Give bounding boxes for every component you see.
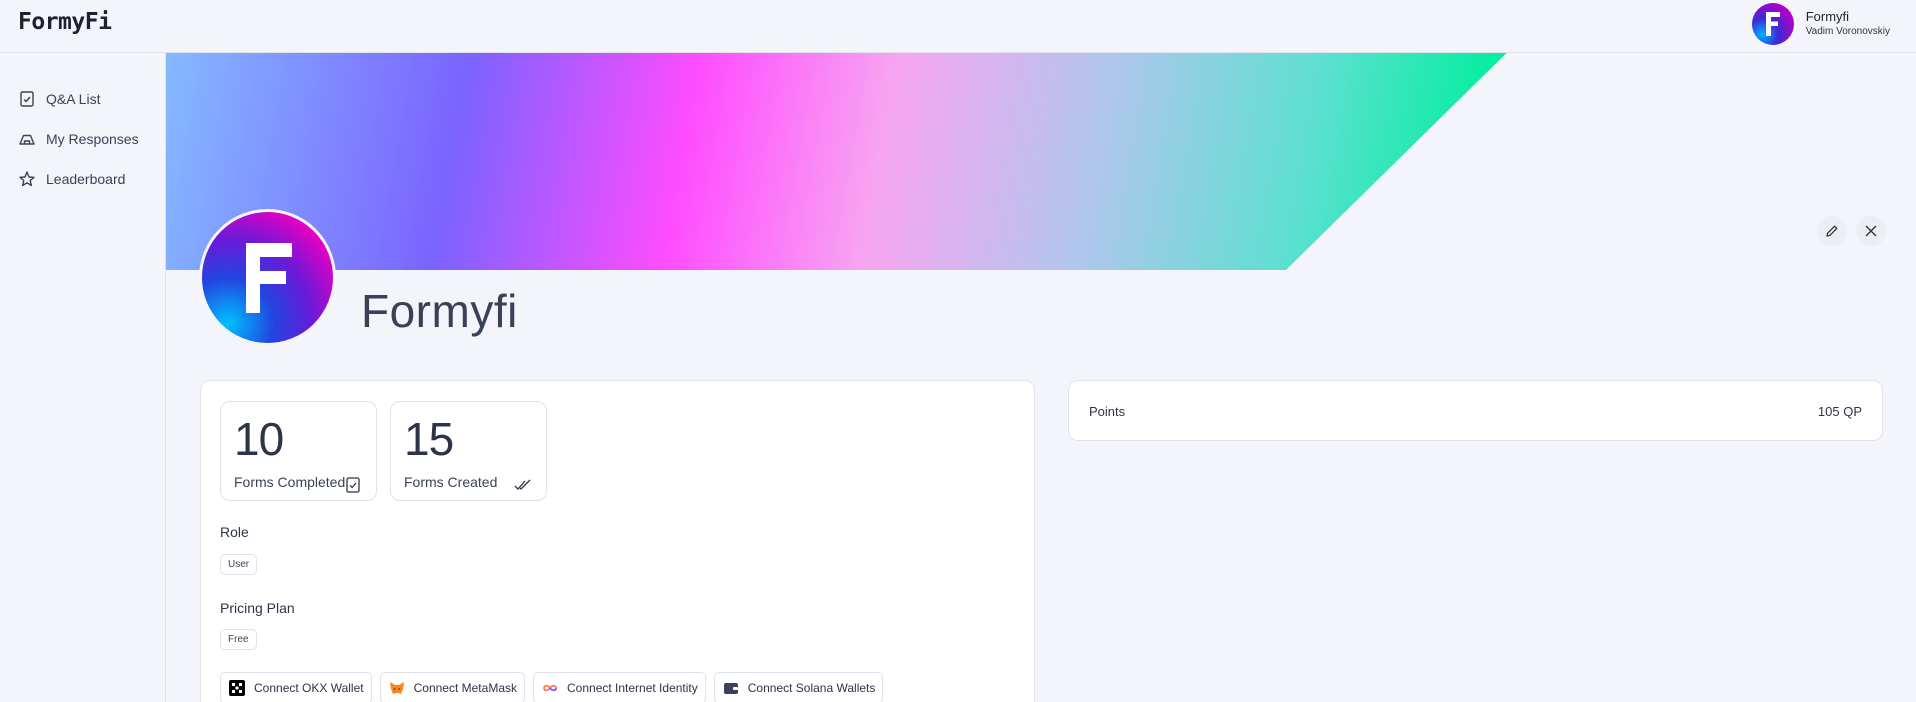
user-subtitle: Vadim Voronovskiy [1805, 26, 1890, 37]
connect-metamask-button[interactable]: Connect MetaMask [379, 672, 525, 702]
points-label: Points [1089, 404, 1126, 419]
double-check-icon [514, 479, 531, 490]
wallet-button-label: Connect Solana Wallets [747, 681, 876, 695]
role-badge: User [220, 554, 258, 575]
stat-forms-created: 15 Forms Created [390, 401, 547, 501]
wallet-button-label: Connect MetaMask [413, 681, 517, 695]
profile-name: Formyfi [361, 285, 518, 337]
profile-banner [166, 53, 1916, 270]
wallet-buttons: Connect OKX Wallet Connect MetaMask Conn… [220, 672, 884, 702]
profile-avatar [199, 209, 336, 346]
sidebar-item-qa-list[interactable]: Q&A List [18, 87, 100, 111]
wallet-icon [722, 679, 740, 697]
tray-icon [19, 134, 35, 145]
pricing-plan-label: Pricing Plan [220, 600, 295, 616]
sidebar-item-label: My Responses [46, 131, 139, 147]
user-menu[interactable]: Formyfi Vadim Voronovskiy [1751, 2, 1890, 46]
star-icon [19, 171, 35, 187]
app-logo[interactable]: FormyFi [18, 9, 112, 35]
connect-solana-button[interactable]: Connect Solana Wallets [713, 672, 884, 702]
user-name: Formyfi [1805, 9, 1850, 24]
close-icon [1865, 225, 1877, 237]
wallet-button-label: Connect OKX Wallet [254, 681, 364, 695]
stat-value: 15 [404, 413, 454, 465]
pencil-icon [1826, 225, 1838, 237]
sidebar-item-my-responses[interactable]: My Responses [18, 127, 139, 151]
points-card: Points 105 QP [1068, 380, 1883, 441]
stat-label: Forms Created [404, 474, 498, 490]
checklist-icon [20, 91, 34, 107]
sidebar: Q&A List My Responses Leaderboard [0, 53, 166, 702]
user-avatar[interactable] [1751, 3, 1794, 45]
points-value: 105 QP [1817, 404, 1862, 419]
metamask-fox-icon [388, 679, 406, 697]
okx-icon [228, 679, 246, 697]
role-label: Role [220, 524, 249, 540]
stat-label: Forms Completed [234, 474, 346, 490]
formyfi-f-icon [246, 243, 292, 313]
connect-internet-identity-button[interactable]: Connect Internet Identity [533, 672, 706, 702]
top-bar: FormyFi Formyfi Vadim Voronovskiy [0, 0, 1916, 53]
wallet-button-label: Connect Internet Identity [567, 681, 698, 695]
stat-value: 10 [234, 413, 284, 465]
edit-button[interactable] [1817, 216, 1847, 246]
sidebar-item-leaderboard[interactable]: Leaderboard [18, 167, 125, 191]
infinity-icon [541, 679, 559, 697]
pricing-plan-badge: Free [220, 629, 257, 650]
connect-okx-button[interactable]: Connect OKX Wallet [220, 672, 372, 702]
check-document-icon [346, 477, 360, 493]
sidebar-item-label: Q&A List [46, 91, 101, 107]
stat-forms-completed: 10 Forms Completed [220, 401, 377, 501]
sidebar-item-label: Leaderboard [46, 171, 126, 187]
formyfi-f-icon [1765, 12, 1780, 36]
close-button[interactable] [1856, 216, 1886, 246]
profile-details-card: 10 Forms Completed 15 Forms Created Role… [200, 380, 1035, 702]
